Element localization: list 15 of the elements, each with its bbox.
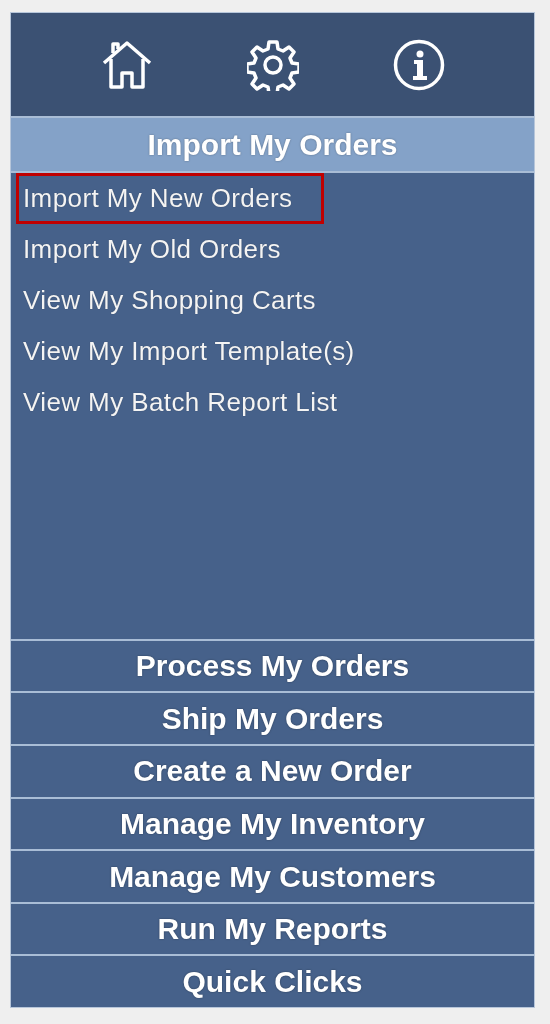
section-button[interactable]: Ship My Orders — [11, 693, 534, 745]
section-button[interactable]: Create a New Order — [11, 746, 534, 797]
section-button[interactable]: Manage My Inventory — [11, 798, 534, 850]
settings-icon[interactable] — [246, 38, 299, 91]
menu-link[interactable]: View My Import Template(s) — [16, 326, 386, 377]
section-button[interactable]: Quick Clicks — [11, 956, 534, 1007]
section-button[interactable]: Manage My Customers — [11, 851, 534, 902]
menu-link[interactable]: View My Shopping Carts — [16, 275, 347, 326]
menu-link[interactable]: Import My New Orders — [16, 173, 324, 224]
menu-link[interactable]: View My Batch Report List — [16, 377, 369, 428]
info-icon[interactable] — [392, 38, 445, 91]
section-button[interactable]: Run My Reports — [11, 903, 534, 955]
section-button[interactable]: Process My Orders — [11, 640, 534, 692]
home-icon[interactable] — [100, 38, 153, 91]
menu-link[interactable]: Import My Old Orders — [16, 224, 312, 275]
